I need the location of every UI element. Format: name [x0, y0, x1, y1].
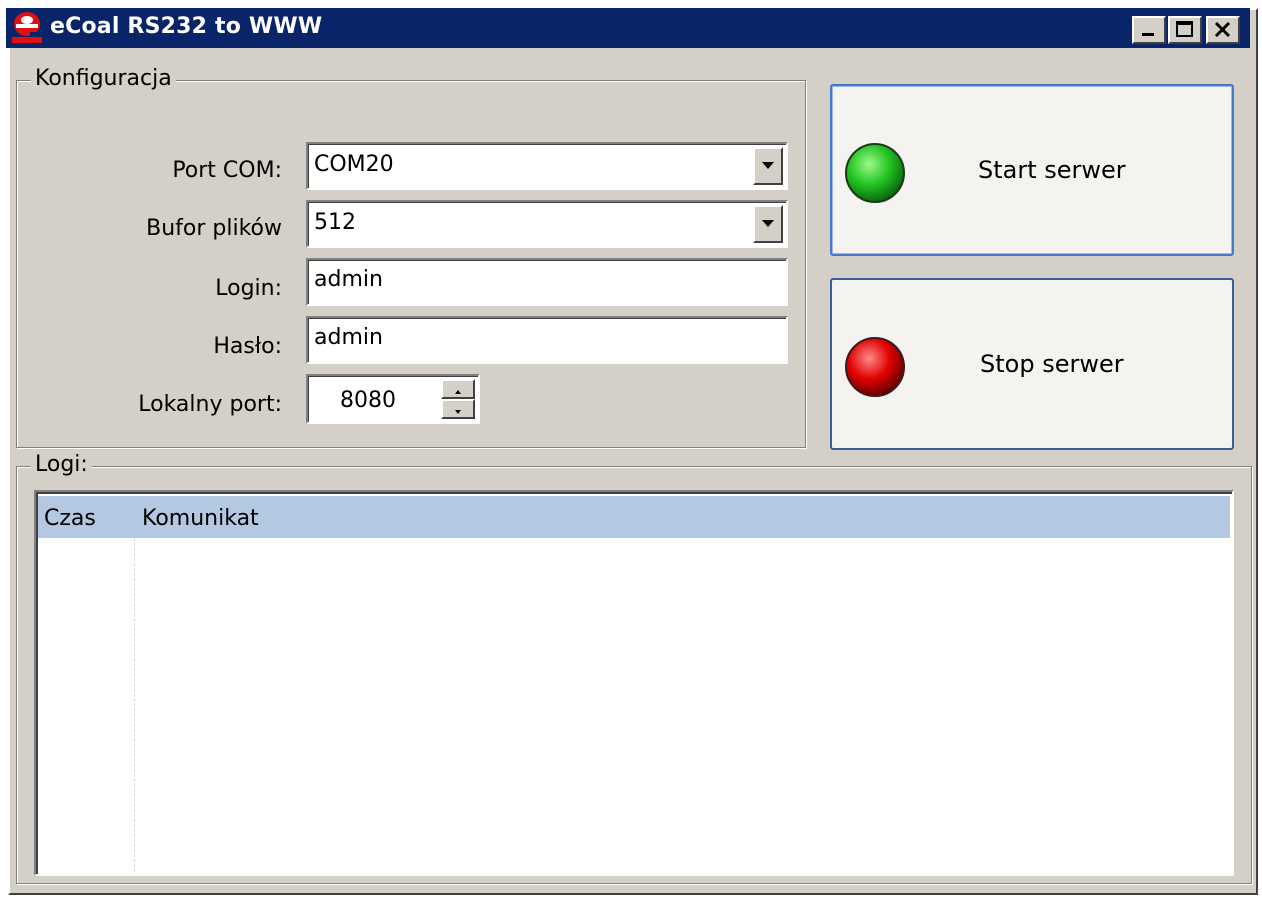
bufor-select[interactable]: 512 — [306, 200, 788, 248]
port-com-label: Port COM: — [172, 158, 282, 183]
maximize-icon — [1176, 21, 1193, 37]
chevron-down-icon — [762, 162, 774, 169]
chevron-down-icon — [762, 220, 774, 227]
stop-server-button[interactable]: Stop serwer — [830, 278, 1234, 450]
close-icon — [1214, 21, 1231, 38]
bufor-label: Bufor plików — [146, 216, 282, 241]
bufor-value: 512 — [314, 210, 356, 235]
bufor-dropdown-button[interactable] — [753, 205, 783, 243]
lokalny-port-spinner[interactable]: 8080 — [306, 374, 480, 424]
red-status-led-icon — [845, 337, 905, 397]
arrow-down-icon — [455, 410, 461, 414]
ecoal-logo-icon — [10, 10, 44, 44]
close-button[interactable] — [1206, 16, 1240, 44]
config-legend: Konfiguracja — [31, 66, 176, 91]
port-com-dropdown-button[interactable] — [753, 147, 783, 185]
login-value: admin — [314, 267, 383, 292]
logs-legend: Logi: — [31, 452, 92, 477]
password-input[interactable]: admin — [306, 316, 788, 364]
column-header-komunikat[interactable]: Komunikat — [142, 506, 259, 531]
column-header-czas[interactable]: Czas — [44, 506, 96, 531]
logs-listview[interactable]: Czas Komunikat — [34, 490, 1234, 876]
lokalny-port-label: Lokalny port: — [138, 392, 282, 417]
port-com-value: COM20 — [314, 152, 394, 177]
logs-header-row: Czas Komunikat — [38, 496, 1230, 538]
spin-up-button[interactable] — [441, 379, 475, 399]
title-bar[interactable]: eCoal RS232 to WWW — [6, 8, 1250, 48]
haslo-label: Hasło: — [213, 334, 282, 359]
arrow-up-icon — [455, 390, 461, 394]
lokalny-port-value: 8080 — [340, 388, 396, 413]
port-com-select[interactable]: COM20 — [306, 142, 788, 190]
start-server-button[interactable]: Start serwer — [830, 84, 1234, 256]
green-status-led-icon — [845, 143, 905, 203]
maximize-button[interactable] — [1168, 16, 1202, 44]
minimize-button[interactable] — [1132, 16, 1166, 44]
stop-server-label: Stop serwer — [980, 350, 1124, 378]
spin-down-button[interactable] — [441, 399, 475, 419]
column-divider — [134, 538, 135, 872]
window-title: eCoal RS232 to WWW — [50, 14, 323, 39]
start-server-label: Start serwer — [978, 156, 1126, 184]
login-label: Login: — [215, 276, 282, 301]
minimize-icon — [1142, 33, 1154, 36]
haslo-value: admin — [314, 325, 383, 350]
login-input[interactable]: admin — [306, 258, 788, 306]
